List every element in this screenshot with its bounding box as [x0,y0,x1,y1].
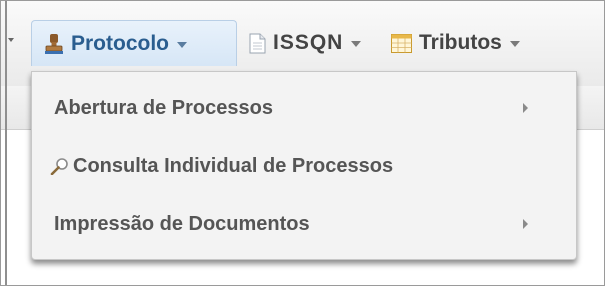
dropdown-item-label: Consulta Individual de Processos [73,154,394,177]
chevron-right-icon [523,103,528,113]
dropdown-item-consulta-individual[interactable]: Consulta Individual de Processos [32,144,576,188]
dropdown-item-abertura-de-processos[interactable]: Abertura de Processos [32,86,576,130]
menu-protocolo-label: Protocolo [71,31,169,55]
protocolo-dropdown-menu: Abertura de Processos Consulta Individua… [31,71,577,260]
menu-issqn[interactable]: ISSQN [249,20,362,66]
dropdown-item-label: Abertura de Processos [54,96,273,119]
previous-menu-chevron-down-icon[interactable] [8,38,14,42]
menu-tributos[interactable]: Tributos [391,20,520,66]
menu-protocolo[interactable]: Protocolo [31,20,237,66]
chevron-down-icon [509,41,520,47]
menu-tributos-label: Tributos [419,31,502,54]
table-icon [391,33,412,53]
magnifier-icon [50,157,70,175]
window-left-edge [5,1,7,286]
stamp-icon [44,33,64,55]
dropdown-item-impressao-de-documentos[interactable]: Impressão de Documentos [32,202,576,246]
chevron-down-icon [351,41,362,47]
chevron-down-icon [177,41,187,48]
menu-issqn-label: ISSQN [273,31,344,54]
document-icon [249,33,266,54]
dropdown-item-label: Impressão de Documentos [54,212,310,235]
chevron-right-icon [523,219,528,229]
